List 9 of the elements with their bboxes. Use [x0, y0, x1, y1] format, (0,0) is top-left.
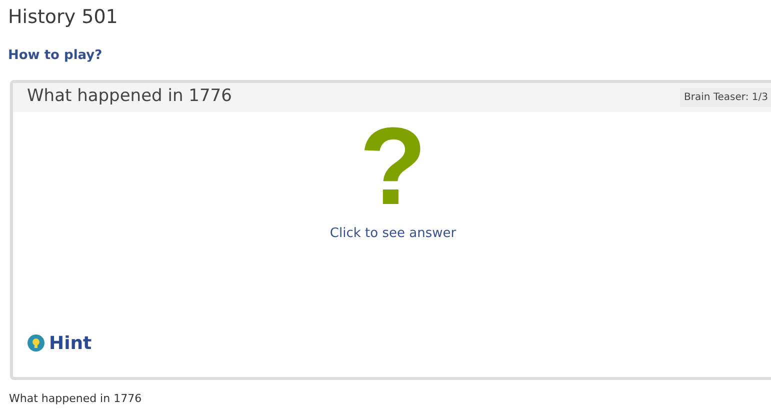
- question-mark: ?: [359, 112, 427, 222]
- see-answer-link[interactable]: Click to see answer: [330, 224, 456, 243]
- page-title: History 501: [8, 5, 119, 30]
- lightbulb-icon: [27, 334, 45, 352]
- question-title: What happened in 1776: [27, 85, 232, 108]
- hint-link[interactable]: Hint: [49, 330, 92, 356]
- how-to-play-link[interactable]: How to play?: [8, 46, 102, 66]
- counter-label: Brain Teaser: 1/3: [680, 88, 771, 106]
- footer-text: What happened in 1776: [9, 392, 143, 404]
